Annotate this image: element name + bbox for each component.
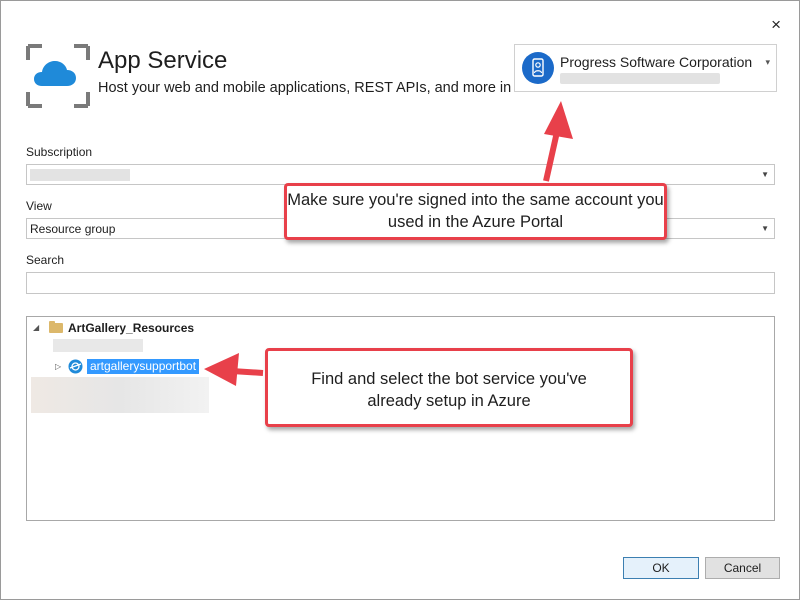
page-subtitle: Host your web and mobile applications, R… <box>98 80 518 96</box>
expand-icon[interactable]: ▷ <box>55 362 61 371</box>
folder-icon <box>49 321 63 333</box>
bot-callout: Find and select the bot service you've a… <box>265 348 633 427</box>
close-icon[interactable]: × <box>771 15 781 35</box>
view-label: View <box>26 199 52 213</box>
view-value: Resource group <box>30 222 116 236</box>
app-service-dialog: × App Service Host your web and mobile a… <box>0 0 800 600</box>
search-input[interactable] <box>26 272 775 294</box>
bot-service-node[interactable]: artgallerysupportbot <box>87 359 200 374</box>
user-badge-icon <box>522 52 554 84</box>
account-selector[interactable]: Progress Software Corporation ▾ <box>514 44 777 92</box>
subscription-value-redacted <box>30 169 130 181</box>
cancel-button[interactable]: Cancel <box>705 557 780 579</box>
redacted-row <box>53 339 143 352</box>
account-name: Progress Software Corporation <box>560 54 753 70</box>
chevron-down-icon: ▼ <box>761 224 769 233</box>
ok-button[interactable]: OK <box>623 557 699 579</box>
account-email-redacted <box>560 73 720 84</box>
redacted-row <box>31 377 209 413</box>
chevron-down-icon: ▼ <box>761 170 769 179</box>
page-title: App Service <box>98 47 228 74</box>
bot-service-icon <box>68 359 83 374</box>
collapse-icon[interactable]: ◢ <box>33 323 39 332</box>
subscription-select[interactable]: ▼ <box>26 164 775 185</box>
chevron-down-icon: ▾ <box>765 57 770 67</box>
resource-group-node[interactable]: ArtGallery_Resources <box>68 321 194 335</box>
subscription-label: Subscription <box>26 145 93 159</box>
app-service-icon <box>26 44 90 108</box>
search-label: Search <box>26 253 65 267</box>
account-callout: Make sure you're signed into the same ac… <box>284 183 667 240</box>
